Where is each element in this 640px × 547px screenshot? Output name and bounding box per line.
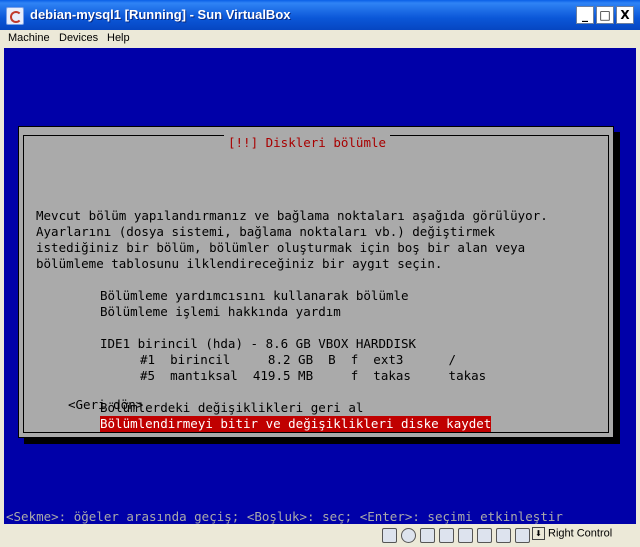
host-key-label: Right Control: [548, 527, 613, 540]
option-partitioning-help[interactable]: Bölümleme işlemi hakkında yardım: [100, 304, 341, 320]
description-line-4: bölümleme tablosunu ilklendireceğiniz bi…: [36, 256, 443, 271]
menu-devices[interactable]: Devices: [59, 32, 98, 44]
keyboard-help-line: <Sekme>: öğeler arasında geçiş; <Boşluk>…: [6, 509, 563, 524]
menu-help[interactable]: Help: [107, 32, 130, 44]
vm-statusbar: ⬇ Right Control: [0, 524, 640, 547]
partition-dialog: [!!] Diskleri bölümle Mevcut bölüm yapıl…: [18, 126, 614, 438]
hard-disk-icon[interactable]: [382, 528, 397, 543]
close-button[interactable]: X: [616, 6, 634, 24]
dialog-title: [!!] Diskleri bölümle: [224, 135, 391, 150]
shared-folder-icon[interactable]: [477, 528, 492, 543]
partition-row-1[interactable]: #1 birincil 8.2 GB B f ext3 /: [140, 352, 456, 368]
display-icon[interactable]: [496, 528, 511, 543]
window-titlebar[interactable]: debian-mysql1 [Running] - Sun VirtualBox…: [0, 0, 640, 30]
usb-icon[interactable]: [439, 528, 454, 543]
host-key-indicator: ⬇ Right Control: [532, 527, 612, 540]
menubar: Machine Devices Help: [0, 30, 640, 48]
maximize-button[interactable]: □: [596, 6, 614, 24]
partition-row-5[interactable]: #5 mantıksal 419.5 MB f takas takas: [140, 368, 486, 384]
back-button[interactable]: <Geri dön>: [68, 397, 143, 413]
finish-partitioning-option[interactable]: Bölümlendirmeyi bitir ve değişiklikleri …: [100, 416, 492, 432]
option-guided-partitioning[interactable]: Bölümleme yardımcısını kullanarak bölüml…: [100, 288, 409, 304]
network-icon[interactable]: [458, 528, 473, 543]
dialog-frame: [!!] Diskleri bölümle: [23, 135, 609, 433]
host-key-arrow-icon: ⬇: [532, 527, 545, 540]
floppy-icon[interactable]: [420, 528, 435, 543]
description-line-3: istediğiniz bir bölüm, bölümler oluşturm…: [36, 240, 526, 255]
menu-machine[interactable]: Machine: [8, 32, 50, 44]
window-title: debian-mysql1 [Running] - Sun VirtualBox: [30, 7, 291, 22]
description-line-1: Mevcut bölüm yapılandırmanız ve bağlama …: [36, 208, 548, 223]
disk-entry[interactable]: IDE1 birincil (hda) - 8.6 GB VBOX HARDDI…: [100, 336, 416, 352]
minimize-button[interactable]: _: [576, 6, 594, 24]
capture-icon[interactable]: [515, 528, 530, 543]
cd-icon[interactable]: [401, 528, 416, 543]
vm-screen[interactable]: [!!] Diskleri bölümle Mevcut bölüm yapıl…: [4, 48, 636, 524]
description-line-2: Ayarlarını (dosya sistemi, bağlama nokta…: [36, 224, 496, 239]
virtualbox-app-icon[interactable]: [6, 7, 24, 25]
